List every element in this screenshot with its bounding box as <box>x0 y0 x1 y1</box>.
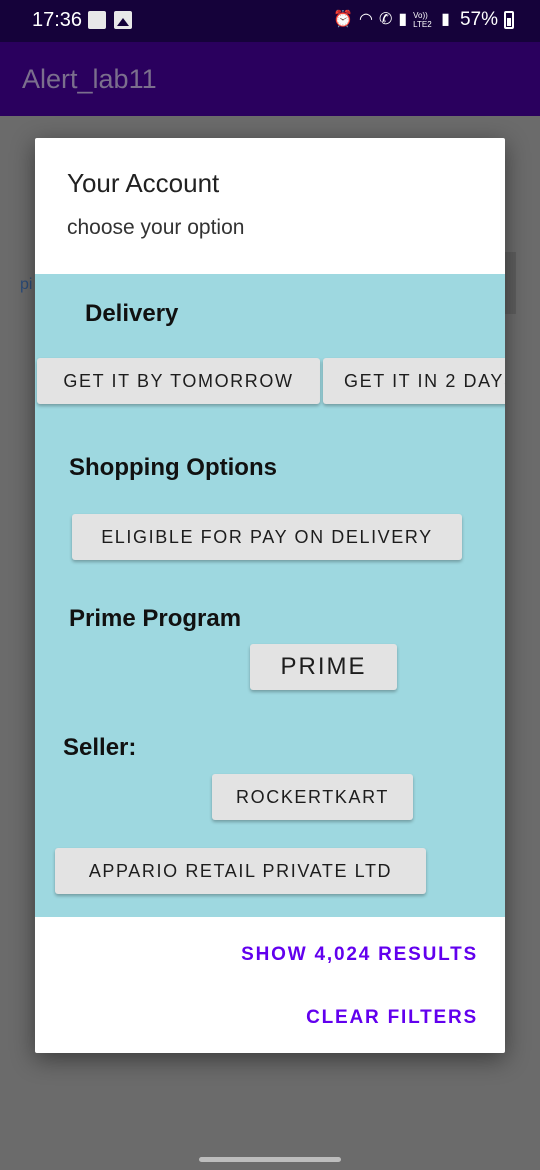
show-results-button[interactable]: SHOW 4,024 RESULTS <box>241 944 478 966</box>
option-get-it-by-tomorrow[interactable]: GET IT BY TOMORROW <box>37 358 320 404</box>
signal2-icon: ▮ <box>441 11 450 28</box>
option-rockertkart[interactable]: ROCKERTKART <box>212 774 413 820</box>
clear-filters-button[interactable]: CLEAR FILTERS <box>306 1007 478 1029</box>
section-label-shopping-options: Shopping Options <box>69 454 277 481</box>
section-label-seller: Seller: <box>63 734 137 761</box>
option-eligible-for-pay-on-delivery[interactable]: ELIGIBLE FOR PAY ON DELIVERY <box>72 514 462 560</box>
battery-icon <box>504 11 514 29</box>
filter-panel: Delivery GET IT BY TOMORROW GET IT IN 2 … <box>35 274 505 917</box>
option-get-it-in-2-days[interactable]: GET IT IN 2 DAYS <box>323 358 505 404</box>
status-notification-icons <box>88 11 132 29</box>
section-label-delivery: Delivery <box>85 300 179 327</box>
image-icon <box>114 11 132 29</box>
wifi-icon: ◠ <box>358 11 373 28</box>
background-element <box>504 252 516 314</box>
status-bar: 17:36 ⏰ ◠ ✆ ▮ Vo)) LTE2 ▮ 57% <box>0 0 540 42</box>
battery-percent: 57% <box>459 9 498 30</box>
option-appario-retail-private-ltd[interactable]: APPARIO RETAIL PRIVATE LTD <box>55 848 426 894</box>
status-system-icons: ⏰ ◠ ✆ ▮ Vo)) LTE2 ▮ 57% <box>333 9 514 31</box>
wifi-call-icon: ✆ <box>378 11 393 28</box>
news-icon <box>88 11 106 29</box>
gesture-nav-handle[interactable] <box>199 1157 341 1162</box>
alarm-icon: ⏰ <box>333 11 353 28</box>
dialog-message: choose your option <box>67 216 245 239</box>
volte-icon: Vo)) LTE2 <box>413 11 432 29</box>
alert-dialog: Your Account choose your option Delivery… <box>35 138 505 1053</box>
section-label-prime-program: Prime Program <box>69 605 242 632</box>
signal-icon: ▮ <box>398 11 408 28</box>
background-link: pi <box>20 276 33 293</box>
app-bar: Alert_lab11 <box>0 42 540 116</box>
app-title: Alert_lab11 <box>22 64 157 94</box>
status-time: 17:36 <box>32 9 83 31</box>
dialog-title: Your Account <box>67 168 220 198</box>
option-prime[interactable]: PRIME <box>250 644 397 690</box>
